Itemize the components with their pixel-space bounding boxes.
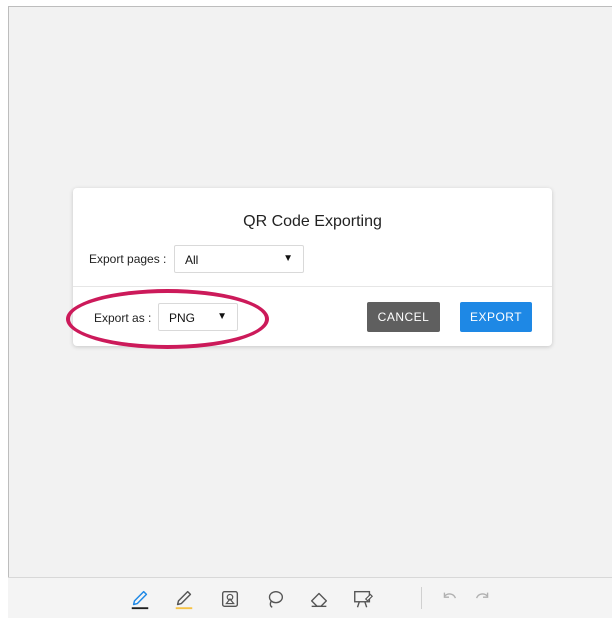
present-tool[interactable] xyxy=(348,584,378,614)
pen-tool[interactable] xyxy=(125,584,155,614)
redo-button[interactable] xyxy=(468,584,498,614)
shapes-tool[interactable] xyxy=(215,584,245,614)
present-icon xyxy=(354,590,374,608)
pen-icon xyxy=(131,590,149,610)
lasso-tool[interactable] xyxy=(260,584,290,614)
dialog-title: QR Code Exporting xyxy=(243,213,382,230)
highlighter-icon xyxy=(175,590,193,610)
highlight-annotation xyxy=(66,289,269,349)
eraser-icon xyxy=(310,592,328,608)
chevron-down-icon: ▼ xyxy=(283,253,293,264)
drawing-toolbar xyxy=(8,577,612,618)
undo-button[interactable] xyxy=(434,584,464,614)
eraser-tool[interactable] xyxy=(304,584,334,614)
export-pages-value: All xyxy=(185,253,199,267)
redo-icon xyxy=(475,592,489,599)
lasso-icon xyxy=(268,590,284,608)
toolbar-divider xyxy=(421,587,422,609)
shapes-icon xyxy=(221,590,239,608)
dialog-divider xyxy=(73,286,552,287)
cancel-button[interactable]: CANCEL xyxy=(367,302,440,332)
export-button[interactable]: EXPORT xyxy=(460,302,532,332)
export-pages-select[interactable]: All ▼ xyxy=(174,245,304,273)
undo-icon xyxy=(443,592,457,599)
highlighter-tool[interactable] xyxy=(169,584,199,614)
export-pages-label: Export pages : xyxy=(89,252,167,266)
